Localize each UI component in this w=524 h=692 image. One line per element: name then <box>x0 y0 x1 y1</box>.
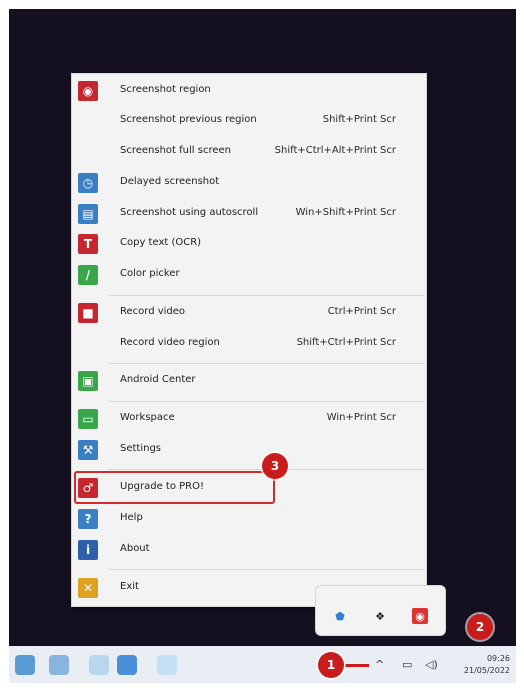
timer-icon: ◷ <box>78 173 98 193</box>
taskbar: ^ ▭ ◁) 09:26 21/05/2022 <box>9 646 516 683</box>
menu-item-screenshot-full-screen[interactable]: Screenshot full screen Shift+Ctrl+Alt+Pr… <box>72 137 428 168</box>
upgrade-highlight-box <box>74 471 275 504</box>
menu-item-screenshot-autoscroll[interactable]: ▤ Screenshot using autoscroll Win+Shift+… <box>72 199 428 230</box>
dropbox-icon[interactable]: ❖ <box>372 608 388 624</box>
context-menu: ◉ Screenshot region Screenshot previous … <box>71 73 427 607</box>
menu-item-copy-text-ocr[interactable]: T Copy text (OCR) <box>72 229 428 260</box>
menu-item-workspace[interactable]: ▭ Workspace Win+Print Scr <box>72 404 428 435</box>
step-badge-3: 3 <box>262 453 288 479</box>
menu-item-help[interactable]: ? Help <box>72 504 428 535</box>
display-icon[interactable]: ▭ <box>402 658 412 671</box>
menu-item-about[interactable]: i About <box>72 535 428 566</box>
help-icon: ? <box>78 509 98 529</box>
shield-icon[interactable]: ⬟ <box>332 608 348 624</box>
menu-item-shortcut: Ctrl+Print Scr <box>327 306 396 317</box>
menu-item-label: Help <box>120 512 143 523</box>
menu-item-color-picker[interactable]: / Color picker <box>72 260 428 291</box>
menu-item-label: About <box>120 543 150 554</box>
menu-item-label: Android Center <box>120 374 196 385</box>
screenshot-app-tray-icon[interactable]: ◉ <box>412 608 428 624</box>
menu-item-label: Delayed screenshot <box>120 176 220 187</box>
menu-item-shortcut: Win+Shift+Print Scr <box>295 207 396 218</box>
menu-item-shortcut: Shift+Ctrl+Print Scr <box>296 337 396 348</box>
menu-item-label: Screenshot full screen <box>120 145 231 156</box>
menu-item-shortcut: Shift+Ctrl+Alt+Print Scr <box>274 145 396 156</box>
menu-item-record-video[interactable]: ■ Record video Ctrl+Print Scr <box>72 298 428 329</box>
tray-overflow-popup: ⬟ ❖ ◉ <box>315 585 446 636</box>
menu-item-delayed-screenshot[interactable]: ◷ Delayed screenshot <box>72 168 428 199</box>
badge-arrow <box>345 664 369 667</box>
info-icon: i <box>78 540 98 560</box>
workspace-icon: ▭ <box>78 409 98 429</box>
color-picker-icon: / <box>78 265 98 285</box>
menu-separator <box>108 569 424 570</box>
taskbar-clock[interactable]: 09:26 21/05/2022 <box>464 653 510 677</box>
menu-item-label: Screenshot previous region <box>120 114 257 125</box>
taskview-icon[interactable] <box>89 655 109 675</box>
menu-item-label: Settings <box>120 443 162 454</box>
step-badge-1: 1 <box>318 652 344 678</box>
scroll-icon: ▤ <box>78 204 98 224</box>
menu-item-record-video-region[interactable]: Record video region Shift+Ctrl+Print Scr <box>72 329 428 360</box>
chevron-up-icon[interactable]: ^ <box>375 658 384 671</box>
menu-item-settings[interactable]: ⚒ Settings <box>72 435 428 466</box>
clock-date: 21/05/2022 <box>463 666 510 675</box>
camera-icon: ◉ <box>78 81 98 101</box>
menu-item-android-center[interactable]: ▣ Android Center <box>72 366 428 397</box>
browser-icon[interactable] <box>157 655 177 675</box>
clock-time: 09:26 <box>486 654 510 663</box>
start-icon[interactable] <box>15 655 35 675</box>
menu-item-label: Record video <box>120 306 186 317</box>
menu-item-label: Record video region <box>120 337 220 348</box>
video-camera-icon: ■ <box>78 303 98 323</box>
exit-icon: ✕ <box>78 578 98 598</box>
menu-item-label: Copy text (OCR) <box>120 237 202 248</box>
menu-item-screenshot-region[interactable]: ◉ Screenshot region <box>72 76 428 107</box>
menu-item-screenshot-previous-region[interactable]: Screenshot previous region Shift+Print S… <box>72 106 428 137</box>
text-icon: T <box>78 234 98 254</box>
explorer-icon[interactable] <box>117 655 137 675</box>
menu-item-label: Exit <box>120 581 139 592</box>
menu-item-shortcut: Shift+Print Scr <box>322 114 396 125</box>
menu-separator <box>108 295 424 296</box>
volume-icon[interactable]: ◁) <box>425 658 438 671</box>
menu-item-label: Screenshot region <box>120 84 211 95</box>
menu-item-label: Color picker <box>120 268 180 279</box>
menu-item-shortcut: Win+Print Scr <box>326 412 396 423</box>
menu-item-label: Screenshot using autoscroll <box>120 207 259 218</box>
menu-item-label: Workspace <box>120 412 175 423</box>
menu-separator <box>108 363 424 364</box>
step-badge-2: 2 <box>467 614 493 640</box>
menu-separator <box>108 401 424 402</box>
android-icon: ▣ <box>78 371 98 391</box>
wrench-icon: ⚒ <box>78 440 98 460</box>
search-icon[interactable] <box>49 655 69 675</box>
